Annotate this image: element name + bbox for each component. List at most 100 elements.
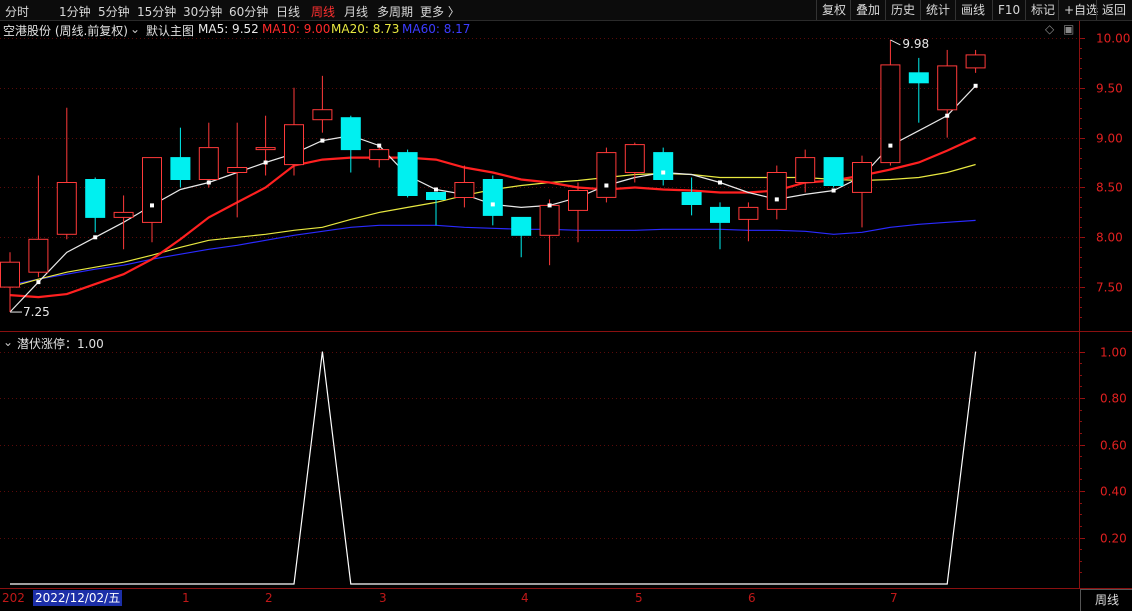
back-button[interactable]: 返回: [1096, 0, 1131, 20]
ma10-legend: MA10: 9.00: [262, 22, 331, 36]
candle-body: [454, 182, 475, 198]
candle-body: [0, 261, 20, 288]
candle-body: [965, 54, 986, 69]
candle-body: [85, 179, 106, 218]
tab-daily[interactable]: 日线: [276, 3, 300, 20]
candle: [255, 115, 276, 176]
candle: [340, 115, 361, 173]
candle-body: [28, 238, 49, 273]
x-axis-month-7: 7: [890, 591, 898, 605]
window-icon[interactable]: ▣: [1063, 22, 1074, 36]
candle-body: [653, 152, 674, 181]
y-tick-label: 10.00: [1096, 32, 1130, 46]
ma5-point: [320, 138, 325, 143]
candle: [426, 192, 446, 226]
candles: [0, 39, 986, 313]
x-axis-bar: [0, 589, 1132, 610]
candle-body: [511, 216, 532, 236]
candle: [852, 155, 872, 228]
candle: [397, 149, 418, 198]
stats-button[interactable]: 统计: [920, 0, 955, 20]
candle-body: [198, 147, 219, 181]
x-axis-month-3: 3: [379, 591, 387, 605]
y-tick-label: 1.00: [1100, 346, 1127, 360]
x-axis-month-2: 2: [265, 591, 273, 605]
y-tick-label: 8.00: [1096, 231, 1123, 245]
sub-grid: [0, 352, 1079, 539]
ma5-point: [206, 180, 211, 185]
tab-60min[interactable]: 60分钟: [229, 3, 268, 20]
diamond-icon[interactable]: ◇: [1045, 22, 1054, 36]
y-tick-label: 0.20: [1100, 532, 1127, 546]
period-indicator[interactable]: 周线: [1080, 589, 1132, 611]
high-price-label: 9.98: [902, 37, 929, 51]
candle-body: [766, 172, 787, 210]
candle-body: [795, 157, 816, 184]
candle-body: [937, 65, 958, 111]
ma5-point: [93, 235, 98, 240]
candle-body: [170, 157, 191, 181]
main-y-axis: 7.50 8.00 8.50 9.00 9.50 10.00: [1079, 32, 1130, 318]
overlay-button[interactable]: 叠加: [850, 0, 885, 20]
x-axis-month-6: 6: [748, 591, 756, 605]
candle-body: [823, 157, 844, 187]
candle: [908, 57, 929, 123]
candle-body: [880, 64, 901, 164]
ma5-point: [774, 197, 779, 202]
candle: [539, 199, 560, 266]
candle: [227, 122, 248, 218]
y-tick-label: 0.60: [1100, 439, 1127, 453]
template-label[interactable]: 默认主图: [146, 22, 194, 39]
candle: [937, 49, 958, 138]
history-button[interactable]: 历史: [885, 0, 920, 20]
ma5-point: [888, 143, 893, 148]
ma5-point: [973, 83, 978, 88]
high-leader: [890, 39, 901, 46]
ma5-point: [263, 160, 268, 165]
tab-monthly[interactable]: 月线: [344, 3, 368, 20]
tab-weekly[interactable]: 周线: [311, 3, 335, 20]
candle: [511, 216, 532, 258]
f10-button[interactable]: F10: [992, 0, 1025, 20]
x-axis-month-1: 1: [182, 591, 190, 605]
candle-body: [596, 152, 617, 198]
candle-body: [482, 179, 503, 216]
tab-5min[interactable]: 5分钟: [98, 3, 130, 20]
candle-body: [227, 167, 248, 173]
sub-indicator-line: [10, 351, 977, 585]
candle-body: [255, 147, 276, 151]
mark-button[interactable]: 标记: [1025, 0, 1060, 20]
draw-button[interactable]: 画线: [955, 0, 990, 20]
candle: [653, 147, 674, 186]
candle: [85, 177, 106, 233]
tab-more[interactable]: 更多 〉: [420, 3, 460, 20]
candle: [454, 165, 475, 208]
tab-1min[interactable]: 1分钟: [59, 3, 91, 20]
chevron-down-icon[interactable]: ⌄: [130, 22, 140, 36]
selected-date-label: 2022/12/02/五: [33, 590, 123, 606]
candle-body: [681, 192, 702, 205]
candle-body: [340, 117, 361, 151]
candle: [795, 149, 816, 193]
candle: [369, 145, 390, 168]
ma5-point: [377, 143, 382, 148]
chevron-down-icon[interactable]: ⌄: [3, 335, 13, 349]
ma5-point: [831, 188, 836, 193]
candle: [113, 195, 134, 250]
stock-title: 空港股份 (周线.前复权): [3, 24, 128, 38]
tab-fenshi[interactable]: 分时: [5, 3, 29, 20]
tab-multi-period[interactable]: 多周期: [377, 3, 413, 20]
candle-body: [908, 72, 929, 84]
candle: [56, 107, 77, 240]
tab-15min[interactable]: 15分钟: [137, 3, 176, 20]
ma5-point: [945, 113, 950, 118]
y-tick-label: 7.50: [1096, 281, 1123, 295]
x-axis-month-4: 4: [521, 591, 529, 605]
candle: [28, 175, 49, 278]
candle: [738, 202, 759, 242]
tab-30min[interactable]: 30分钟: [183, 3, 222, 20]
candle: [170, 127, 191, 188]
chart-canvas: 7.50 8.00 8.50 9.00 9.50 10.00 9.98 7.25 0.20…: [0, 20, 1132, 589]
fuquan-button[interactable]: 复权: [816, 0, 851, 20]
ma5-point: [718, 180, 722, 185]
